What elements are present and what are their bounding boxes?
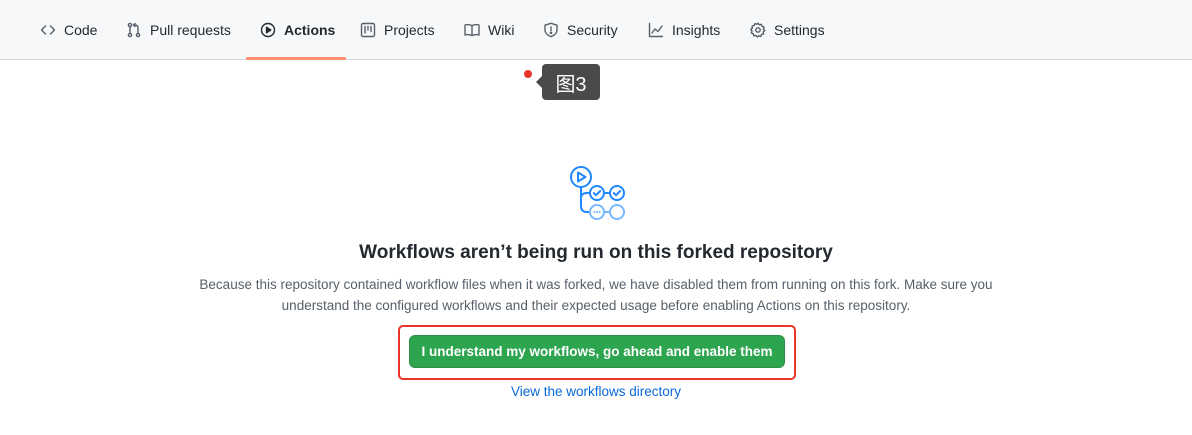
tab-code-label: Code [64,22,98,38]
workflows-directory-link: View the workflows directory [0,384,1192,399]
graph-icon [648,22,664,38]
enable-workflows-button[interactable]: I understand my workflows, go ahead and … [409,335,785,368]
tab-pull-requests-label: Pull requests [150,22,231,38]
tab-wiki[interactable]: Wiki [464,0,514,60]
tab-insights[interactable]: Insights [648,0,720,60]
page-title: Workflows aren’t being run on this forke… [359,242,833,263]
annotation-label: 图3 [555,73,587,96]
tab-insights-label: Insights [672,22,721,38]
tab-settings[interactable]: Settings [750,0,825,60]
active-tab-underline [246,57,346,60]
tab-security[interactable]: Security [543,0,618,60]
tab-projects[interactable]: Projects [360,0,435,60]
shield-icon [544,22,558,38]
tab-settings-label: Settings [774,22,825,38]
workflows-directory-link-text[interactable]: View the workflows directory [511,384,681,399]
pull-request-icon [127,22,141,38]
tab-actions-label: Actions [284,22,336,38]
tab-security-label: Security [567,22,618,38]
annotation-tooltip: 图3 [536,64,600,100]
tab-wiki-label: Wiki [488,22,515,38]
tab-projects-label: Projects [384,22,435,38]
annotation-dot [524,70,532,78]
tab-code[interactable]: Code [40,0,97,60]
code-icon [40,25,56,35]
tab-pull-requests[interactable]: Pull requests [126,0,231,60]
repo-tab-bar: Code Pull requests Actions Projects Wiki… [0,0,1192,60]
project-board-icon [360,22,376,38]
fork-warning-description: Because this repository contained workfl… [199,277,993,313]
workflow-icon [570,166,625,220]
play-icon [260,22,276,38]
book-icon [464,23,480,37]
gear-icon [750,22,766,38]
tab-actions[interactable]: Actions [260,0,335,60]
